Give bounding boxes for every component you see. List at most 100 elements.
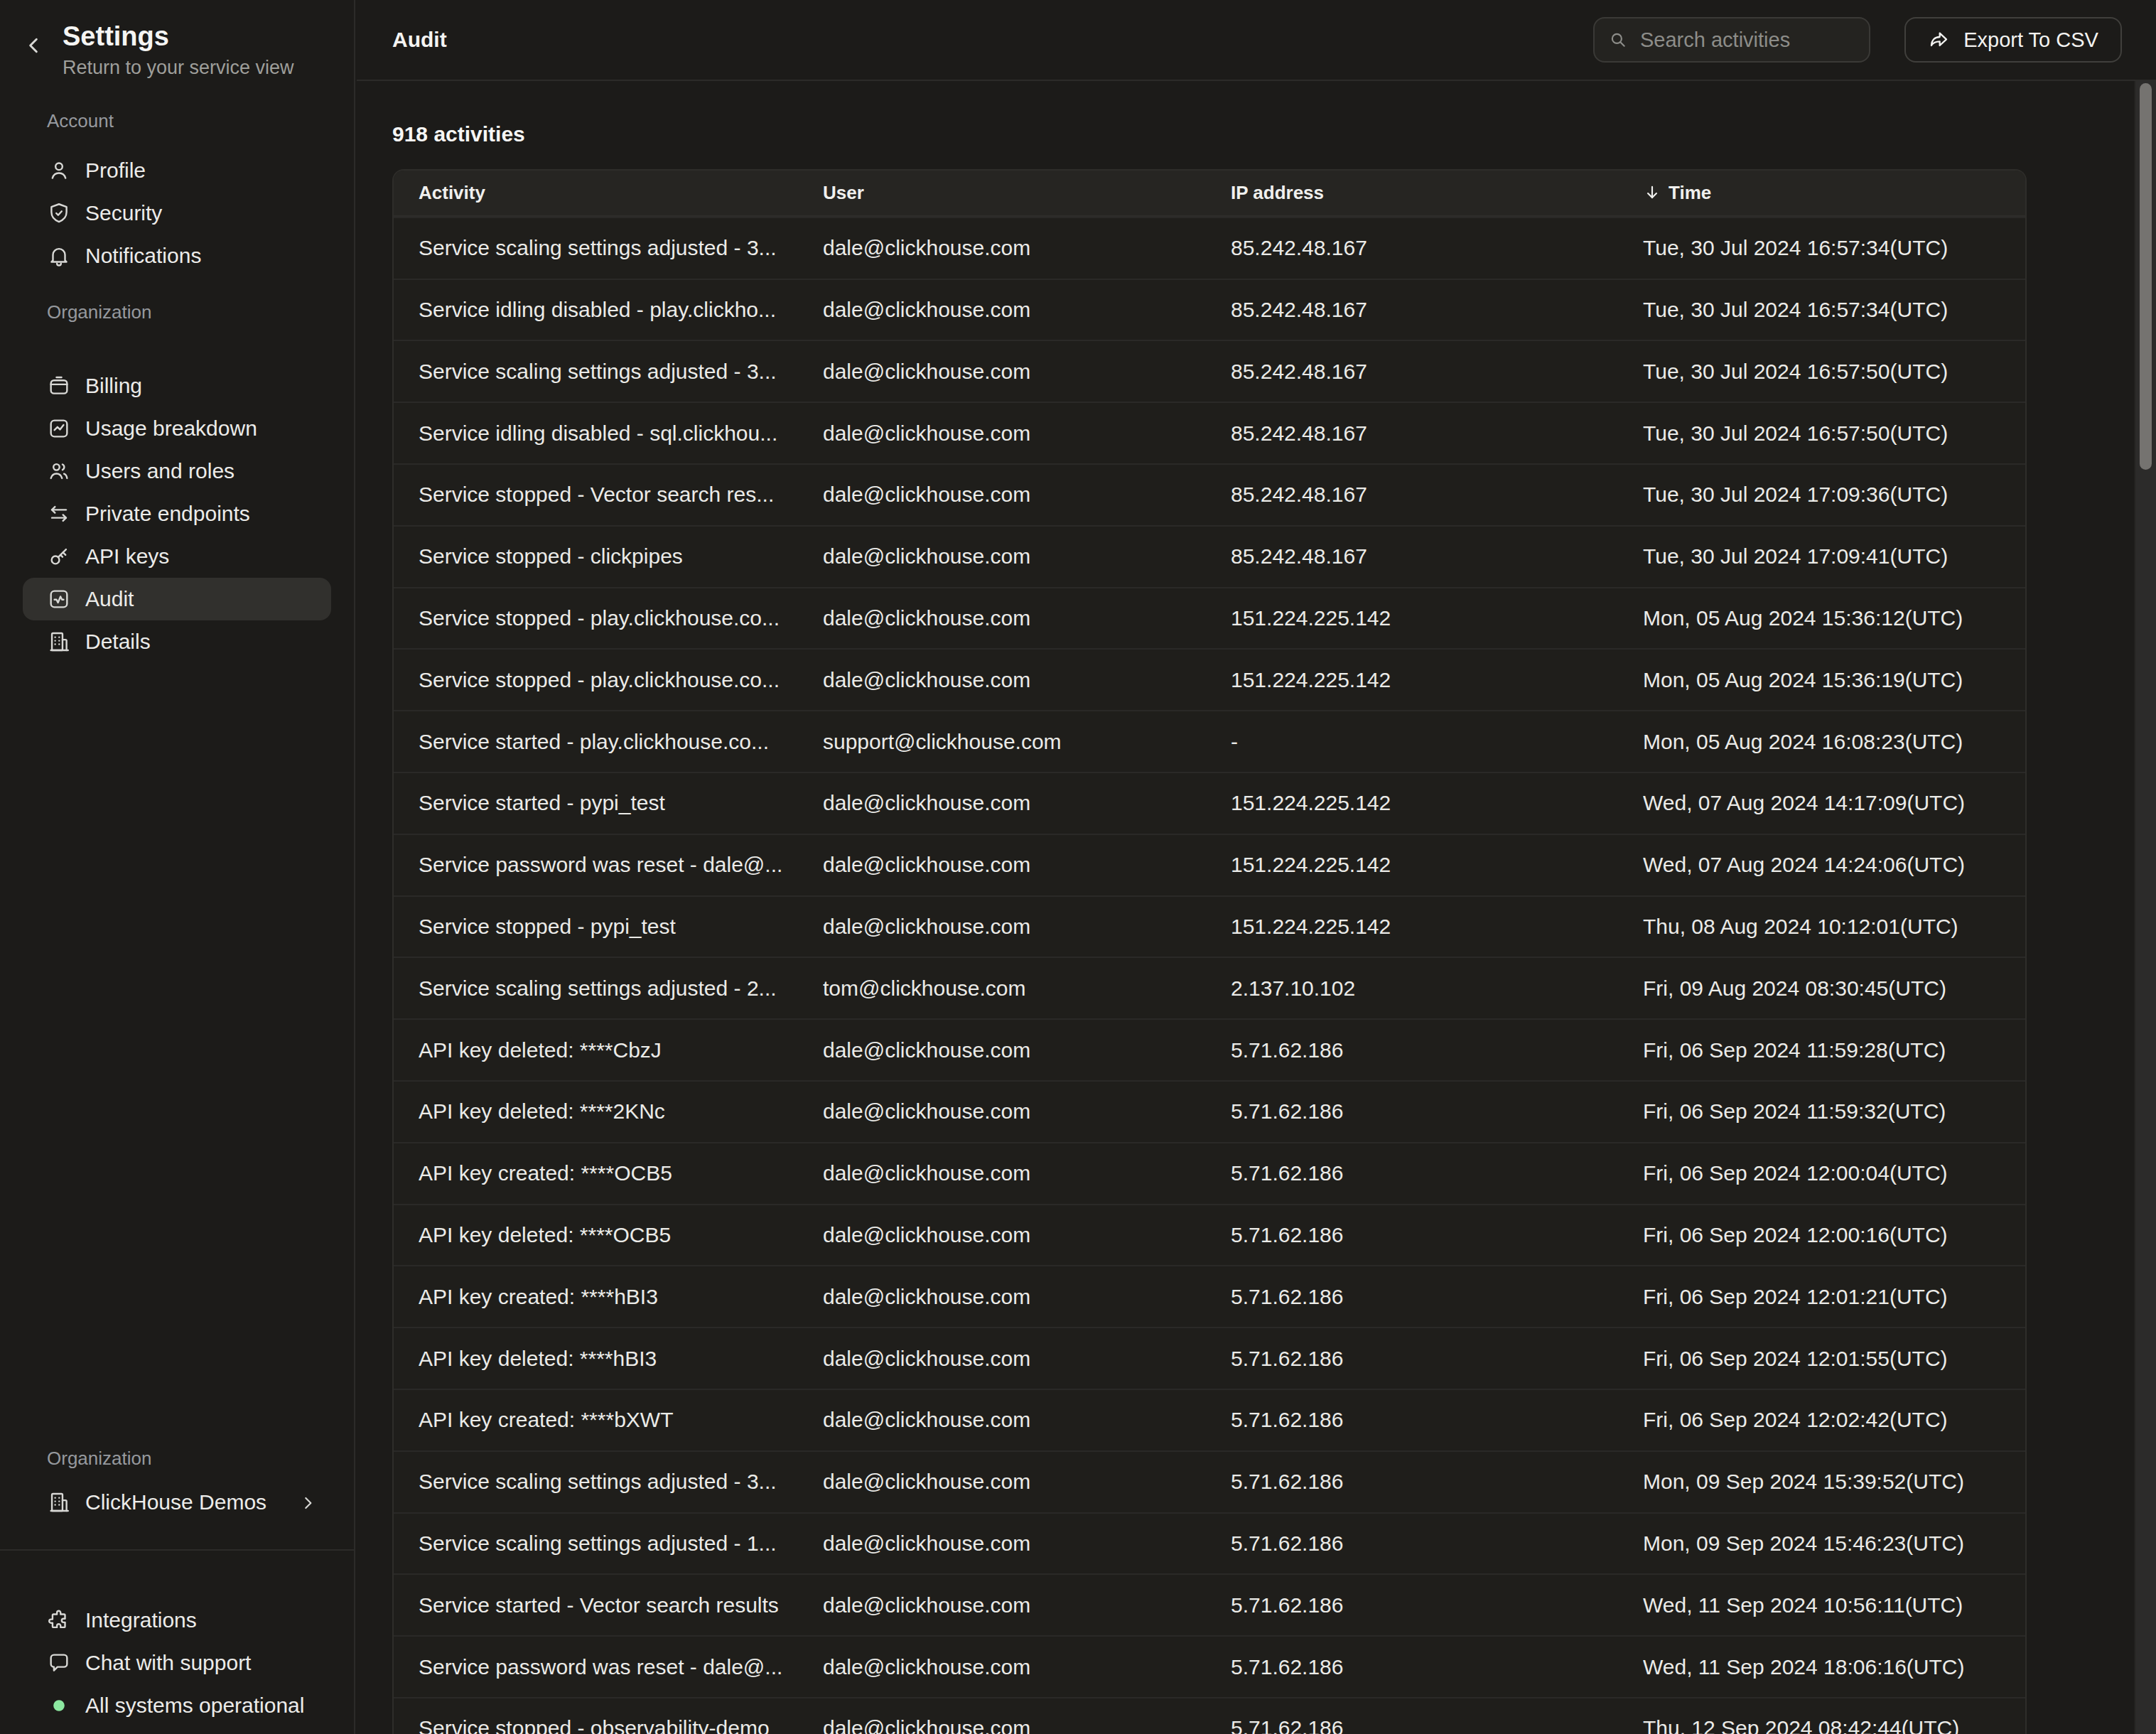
table-row[interactable]: Service started - play.clickhouse.co... … — [394, 710, 2025, 772]
sidebar-item[interactable]: Billing — [23, 365, 331, 407]
sidebar-subtitle[interactable]: Return to your service view — [63, 57, 294, 79]
sidebar-item[interactable]: Users and roles — [23, 450, 331, 492]
cell-activity: Service stopped - play.clickhouse.co... — [419, 606, 823, 630]
table-row[interactable]: Service scaling settings adjusted - 3...… — [394, 1450, 2025, 1512]
table-row[interactable]: Service idling disabled - sql.clickhou..… — [394, 402, 2025, 463]
back-icon[interactable] — [23, 34, 45, 79]
cell-ip: 151.224.225.142 — [1231, 606, 1643, 630]
cell-ip: 5.71.62.186 — [1231, 1099, 1643, 1124]
cell-activity: Service stopped - pypi_test — [419, 915, 823, 939]
cell-ip: 5.71.62.186 — [1231, 1655, 1643, 1679]
scrollbar-track[interactable] — [2134, 81, 2156, 1734]
column-header-activity[interactable]: Activity — [419, 182, 823, 204]
cell-time: Wed, 11 Sep 2024 10:56:11(UTC) — [1643, 1593, 2025, 1617]
sidebar-item[interactable]: API keys — [23, 535, 331, 578]
cell-ip: 5.71.62.186 — [1231, 1223, 1643, 1247]
table-row[interactable]: API key deleted: ****CbzJ dale@clickhous… — [394, 1018, 2025, 1080]
cell-user: dale@clickhouse.com — [823, 1223, 1231, 1247]
table-row[interactable]: Service idling disabled - play.clickho..… — [394, 279, 2025, 340]
sidebar-item[interactable]: Notifications — [23, 235, 331, 277]
sidebar-item-label: Users and roles — [85, 459, 235, 483]
cell-activity: Service scaling settings adjusted - 3... — [419, 1470, 823, 1494]
cell-activity: API key deleted: ****OCB5 — [419, 1223, 823, 1247]
table-row[interactable]: Service scaling settings adjusted - 1...… — [394, 1512, 2025, 1574]
cell-ip: 85.242.48.167 — [1231, 360, 1643, 384]
account-nav: Profile Security Notifications — [0, 149, 354, 277]
column-header-ip[interactable]: IP address — [1231, 182, 1643, 204]
sidebar-footer-item[interactable]: Integrations — [23, 1599, 331, 1642]
org-switcher[interactable]: ClickHouse Demos — [23, 1481, 331, 1524]
table-row[interactable]: API key deleted: ****OCB5 dale@clickhous… — [394, 1204, 2025, 1266]
table-row[interactable]: Service started - pypi_test dale@clickho… — [394, 772, 2025, 834]
cell-user: dale@clickhouse.com — [823, 483, 1231, 507]
cell-time: Fri, 09 Aug 2024 08:30:45(UTC) — [1643, 976, 2025, 1001]
cell-ip: 85.242.48.167 — [1231, 236, 1643, 260]
scrollbar-thumb[interactable] — [2140, 83, 2152, 470]
cell-time: Mon, 09 Sep 2024 15:46:23(UTC) — [1643, 1531, 2025, 1556]
table-body: Service scaling settings adjusted - 3...… — [394, 217, 2025, 1734]
table-row[interactable]: Service stopped - observability-demo dal… — [394, 1697, 2025, 1734]
sidebar-item[interactable]: Security — [23, 192, 331, 235]
cell-ip: 5.71.62.186 — [1231, 1531, 1643, 1556]
table-row[interactable]: API key created: ****OCB5 dale@clickhous… — [394, 1142, 2025, 1204]
cell-time: Fri, 06 Sep 2024 12:02:42(UTC) — [1643, 1408, 2025, 1432]
column-header-user[interactable]: User — [823, 182, 1231, 204]
cell-user: dale@clickhouse.com — [823, 1593, 1231, 1617]
sidebar-item[interactable]: Usage breakdown — [23, 407, 331, 450]
export-icon — [1928, 28, 1951, 51]
table-row[interactable]: API key deleted: ****hBI3 dale@clickhous… — [394, 1327, 2025, 1389]
table-row[interactable]: Service scaling settings adjusted - 3...… — [394, 340, 2025, 402]
table-row[interactable]: Service stopped - clickpipes dale@clickh… — [394, 525, 2025, 587]
cell-ip: 151.224.225.142 — [1231, 791, 1643, 815]
table-row[interactable]: Service stopped - Vector search res... d… — [394, 463, 2025, 525]
cell-user: dale@clickhouse.com — [823, 360, 1231, 384]
cell-time: Tue, 30 Jul 2024 17:09:36(UTC) — [1643, 483, 2025, 507]
sidebar-item-label: Profile — [85, 158, 146, 183]
cell-ip: 5.71.62.186 — [1231, 1470, 1643, 1494]
activities-count: 918 activities — [392, 122, 2156, 146]
table-row[interactable]: API key created: ****bXWT dale@clickhous… — [394, 1389, 2025, 1450]
cell-activity: API key deleted: ****hBI3 — [419, 1347, 823, 1371]
organization-section-label: Organization — [47, 301, 331, 323]
cell-ip: 85.242.48.167 — [1231, 421, 1643, 446]
sort-descending-icon — [1643, 183, 1661, 202]
table-row[interactable]: Service stopped - play.clickhouse.co... … — [394, 648, 2025, 710]
table-row[interactable]: Service stopped - pypi_test dale@clickho… — [394, 895, 2025, 957]
table-row[interactable]: API key created: ****hBI3 dale@clickhous… — [394, 1265, 2025, 1327]
sidebar-footer-item[interactable]: Chat with support — [23, 1642, 331, 1684]
search-icon — [1609, 31, 1627, 49]
table-row[interactable]: Service scaling settings adjusted - 2...… — [394, 957, 2025, 1018]
search-input[interactable]: Search activities — [1593, 17, 1870, 63]
sidebar-item[interactable]: Details — [23, 620, 331, 663]
building-icon — [47, 1490, 71, 1514]
sidebar-item[interactable]: Private endpoints — [23, 492, 331, 535]
sidebar-item[interactable]: Profile — [23, 149, 331, 192]
cell-activity: Service scaling settings adjusted - 3... — [419, 360, 823, 384]
cell-time: Tue, 30 Jul 2024 16:57:34(UTC) — [1643, 236, 2025, 260]
cell-activity: Service stopped - play.clickhouse.co... — [419, 668, 823, 692]
table-row[interactable]: Service scaling settings adjusted - 3...… — [394, 217, 2025, 279]
cell-activity: Service idling disabled - sql.clickhou..… — [419, 421, 823, 446]
table-row[interactable]: Service stopped - play.clickhouse.co... … — [394, 587, 2025, 649]
cell-time: Thu, 08 Aug 2024 10:12:01(UTC) — [1643, 915, 2025, 939]
cell-ip: - — [1231, 730, 1643, 754]
cell-user: tom@clickhouse.com — [823, 976, 1231, 1001]
column-header-time[interactable]: Time — [1643, 182, 2025, 204]
sidebar-footer-item[interactable]: All systems operational — [23, 1684, 331, 1727]
table-row[interactable]: Service password was reset - dale@... da… — [394, 1635, 2025, 1697]
export-to-csv-button[interactable]: Export To CSV — [1904, 17, 2122, 63]
building-icon — [47, 630, 71, 654]
cell-user: dale@clickhouse.com — [823, 668, 1231, 692]
shield-icon — [47, 201, 71, 225]
sidebar-item-label: Billing — [85, 374, 142, 398]
settings-page: Settings Return to your service view Acc… — [0, 0, 2156, 1734]
sidebar-item-label: Audit — [85, 587, 134, 611]
sidebar-item[interactable]: Audit — [23, 578, 331, 620]
table-row[interactable]: API key deleted: ****2KNc dale@clickhous… — [394, 1080, 2025, 1142]
table-row[interactable]: Service started - Vector search results … — [394, 1573, 2025, 1635]
table-row[interactable]: Service password was reset - dale@... da… — [394, 834, 2025, 895]
cell-activity: Service started - pypi_test — [419, 791, 823, 815]
cell-ip: 5.71.62.186 — [1231, 1347, 1643, 1371]
cell-user: dale@clickhouse.com — [823, 421, 1231, 446]
sidebar-divider — [0, 1549, 354, 1551]
